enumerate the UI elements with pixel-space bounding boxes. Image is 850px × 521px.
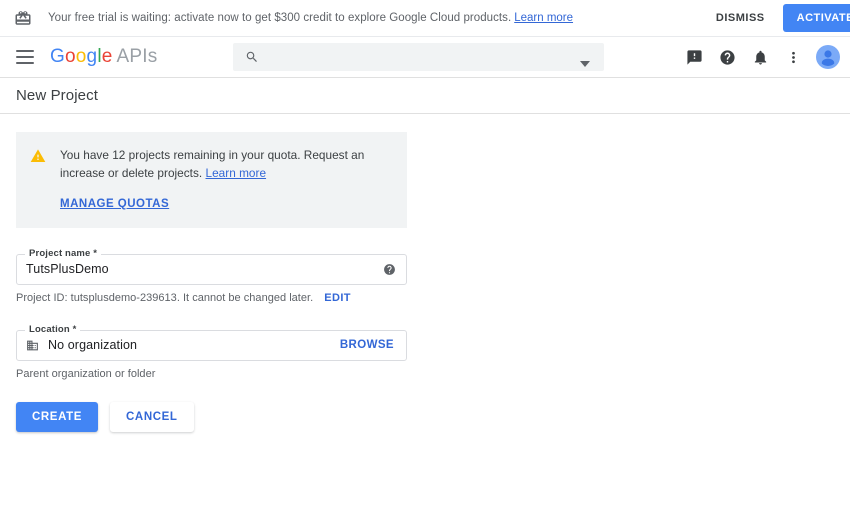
more-options-icon[interactable] [778, 42, 808, 72]
help-circle-icon[interactable] [383, 263, 396, 276]
logo-letter-o2: o [76, 46, 87, 67]
help-icon[interactable] [712, 42, 742, 72]
location-label: Location * [25, 324, 80, 335]
location-field[interactable]: Location * No organization BROWSE [16, 330, 407, 361]
gift-icon [14, 9, 32, 27]
quota-notice-text-wrap: You have 12 projects remaining in your q… [60, 146, 391, 183]
user-avatar[interactable] [816, 45, 840, 69]
logo-letter-g1: G [50, 46, 65, 67]
logo-letter-e: e [102, 46, 113, 67]
free-trial-banner: Your free trial is waiting: activate now… [0, 0, 850, 37]
activate-button[interactable]: ACTIVATE [783, 4, 850, 32]
project-id-helper: Project ID: tutsplusdemo-239613. It cann… [16, 292, 850, 304]
hamburger-menu-icon[interactable] [16, 50, 34, 64]
feedback-icon[interactable] [679, 42, 709, 72]
main-content: You have 12 projects remaining in your q… [0, 114, 850, 432]
chevron-down-icon[interactable] [580, 54, 590, 60]
page-title: New Project [16, 87, 98, 104]
header-icon-group [679, 37, 840, 77]
notifications-bell-icon[interactable] [745, 42, 775, 72]
quota-notice: You have 12 projects remaining in your q… [16, 132, 407, 228]
app-header: GoogleAPIs [0, 37, 850, 78]
organization-building-icon [26, 339, 39, 352]
trial-message: Your free trial is waiting: activate now… [48, 12, 511, 24]
location-value: No organization [48, 338, 137, 352]
browse-location-button[interactable]: BROWSE [340, 339, 394, 351]
create-button[interactable]: CREATE [16, 402, 98, 432]
project-name-value: TutsPlusDemo [26, 262, 109, 276]
manage-quotas-link[interactable]: MANAGE QUOTAS [60, 198, 169, 210]
location-helper: Parent organization or folder [16, 368, 850, 380]
logo-suffix-apis: APIs [117, 46, 158, 67]
edit-project-id-link[interactable]: EDIT [324, 292, 351, 304]
form-actions: CREATE CANCEL [16, 402, 850, 432]
trial-learn-more-link[interactable]: Learn more [514, 12, 573, 24]
google-apis-logo[interactable]: GoogleAPIs [50, 46, 157, 68]
banner-actions: DISMISS ACTIVATE [706, 0, 850, 36]
project-name-field[interactable]: Project name * TutsPlusDemo [16, 254, 407, 285]
search-bar[interactable] [233, 43, 604, 71]
project-name-label: Project name * [25, 248, 101, 259]
logo-letter-o1: o [65, 46, 76, 67]
cancel-button[interactable]: CANCEL [110, 402, 194, 432]
page-title-bar: New Project [0, 78, 850, 114]
quota-learn-more-link[interactable]: Learn more [206, 166, 267, 180]
dismiss-button[interactable]: DISMISS [706, 5, 775, 31]
project-id-text: Project ID: tutsplusdemo-239613. It cann… [16, 292, 313, 304]
search-icon [245, 50, 259, 64]
warning-triangle-icon [30, 148, 46, 164]
quota-notice-body: You have 12 projects remaining in your q… [60, 146, 391, 212]
logo-letter-g2: g [87, 46, 98, 67]
search-input[interactable] [271, 50, 580, 64]
